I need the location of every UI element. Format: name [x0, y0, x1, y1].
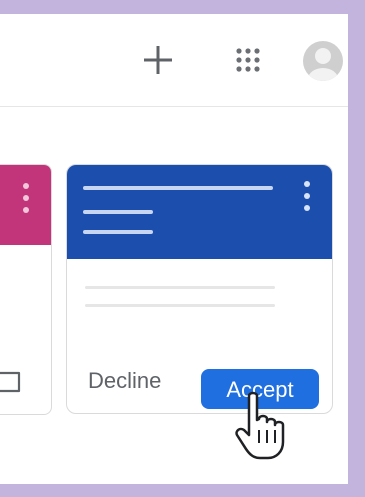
- more-vert-icon[interactable]: [23, 183, 29, 219]
- hand-pointer-icon: [232, 390, 292, 462]
- card-header: [67, 165, 332, 259]
- more-vert-icon[interactable]: [304, 181, 310, 217]
- decline-button[interactable]: Decline: [85, 363, 164, 399]
- invite-card: Decline Accept: [66, 164, 333, 414]
- app-window: Decline Accept: [0, 14, 348, 484]
- body-placeholder-line: [85, 286, 275, 289]
- subtitle-placeholder-line: [83, 230, 153, 234]
- event-card-pink[interactable]: [0, 164, 52, 415]
- subtitle-placeholder-line: [83, 210, 153, 214]
- plus-icon[interactable]: [140, 42, 176, 78]
- top-bar: [0, 14, 348, 107]
- title-placeholder-line: [83, 186, 273, 190]
- user-avatar-icon[interactable]: [303, 41, 343, 81]
- body-placeholder-line: [85, 304, 275, 307]
- apps-grid-icon[interactable]: [232, 44, 264, 76]
- card-header: [0, 165, 51, 245]
- folder-icon[interactable]: [0, 365, 21, 393]
